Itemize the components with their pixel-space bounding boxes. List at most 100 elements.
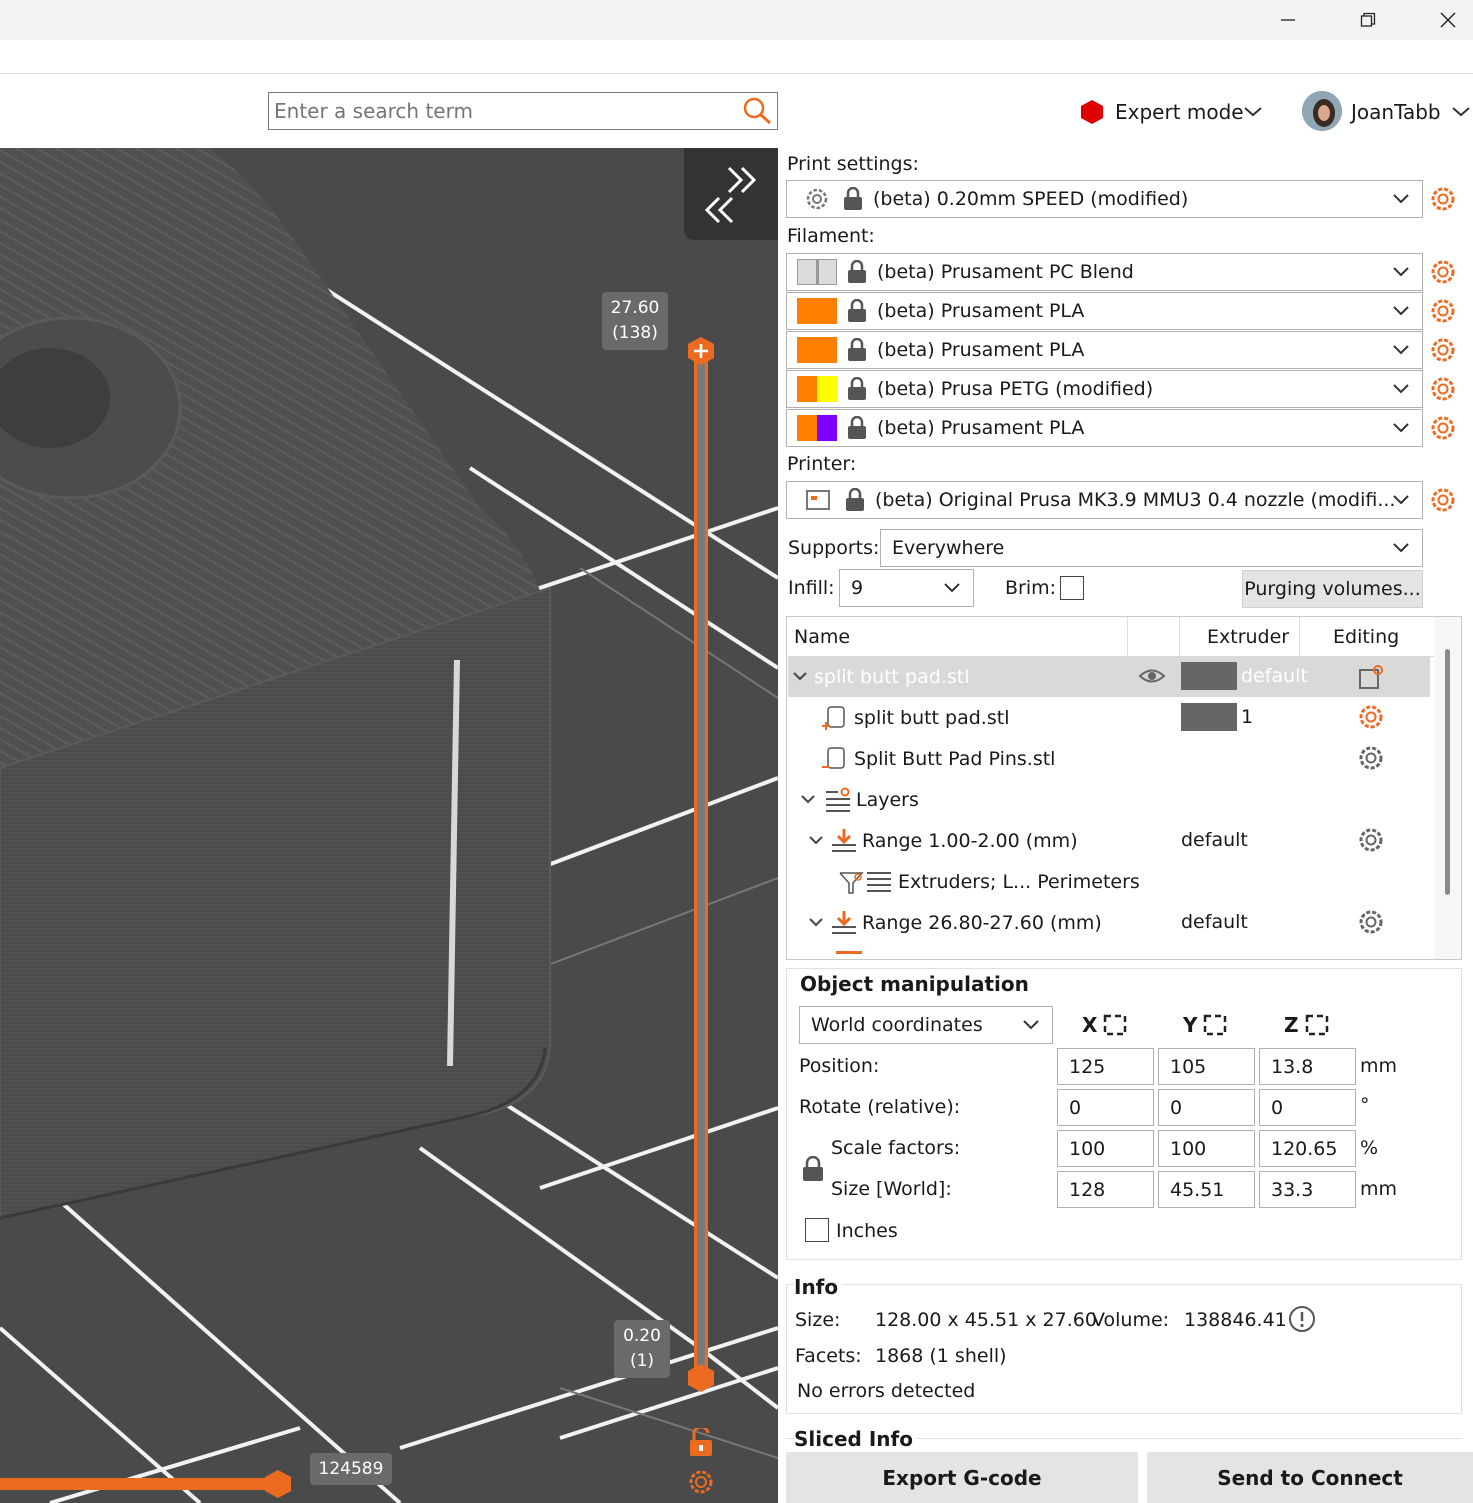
header-editing[interactable]: Editing [1333, 626, 1399, 648]
chevron-down-icon[interactable] [1243, 106, 1263, 118]
filament-combo-5[interactable]: (beta) Prusament PLA [786, 409, 1423, 447]
export-gcode-button[interactable]: Export G-code [786, 1452, 1138, 1503]
filament-combo-4[interactable]: (beta) Prusa PETG (modified) [786, 370, 1423, 408]
warning-icon[interactable] [1288, 1305, 1316, 1333]
print-settings-gear-icon[interactable] [1430, 186, 1456, 212]
filament-color-primary [797, 415, 817, 441]
filament-gear-icon[interactable] [1430, 298, 1456, 324]
info-facets-value: 1868 (1 shell) [875, 1345, 1007, 1367]
header-extruder[interactable]: Extruder [1207, 626, 1289, 648]
chevron-down-icon[interactable] [800, 794, 816, 806]
settings-gear-icon[interactable] [1358, 704, 1384, 730]
size-z-field[interactable]: 33.3 [1259, 1171, 1356, 1208]
tree-row-part[interactable]: split butt pad.stl 1 [788, 697, 1432, 738]
brim-checkbox[interactable] [1060, 576, 1084, 600]
chevron-down-icon[interactable] [808, 835, 824, 847]
search-input[interactable] [268, 92, 778, 130]
rotate-y-field[interactable]: 0 [1158, 1089, 1255, 1126]
drop-to-bed-icon[interactable] [1304, 1013, 1330, 1037]
filament-gear-icon[interactable] [1430, 376, 1456, 402]
filament-color-swatch[interactable] [797, 376, 837, 402]
tree-row-object[interactable]: split butt pad.stl default [788, 656, 1430, 697]
tree-row-range[interactable]: Range 26.80-27.60 (mm) default [788, 902, 1432, 943]
restore-button[interactable] [1328, 0, 1408, 40]
filament-color-secondary [817, 415, 837, 441]
range-extruder[interactable]: default [1181, 829, 1248, 851]
mode-label[interactable]: Expert mode [1115, 100, 1244, 124]
range-settings-label: Extruders; L... Perimeters [898, 870, 1140, 893]
tree-row-part[interactable]: Split Butt Pad Pins.stl [788, 738, 1432, 779]
part-extruder[interactable]: 1 [1241, 706, 1253, 728]
position-y-field[interactable]: 105 [1158, 1048, 1255, 1085]
chevron-down-icon [1393, 194, 1409, 204]
scale-lock-icon[interactable] [802, 1156, 824, 1182]
scrollbar-thumb[interactable] [1445, 649, 1450, 895]
object-list-scrollbar[interactable] [1434, 617, 1461, 959]
minimize-button[interactable] [1248, 0, 1328, 40]
avatar[interactable] [1302, 91, 1342, 131]
range-extruder[interactable]: default [1181, 911, 1248, 933]
menu-bar [0, 40, 1473, 74]
3d-viewport[interactable]: 27.60 (138) 0.20 (1) 124589 [0, 148, 778, 1503]
settings-gear-icon[interactable] [1358, 745, 1384, 771]
collapse-sidebar-button[interactable] [684, 148, 778, 240]
filament-color-swatch[interactable] [797, 337, 837, 363]
filament-color-swatch[interactable] [797, 298, 837, 324]
user-name[interactable]: JoanTabb [1351, 100, 1441, 124]
filament-gear-icon[interactable] [1430, 337, 1456, 363]
layer-slider-bottom-thumb[interactable] [686, 1363, 716, 1398]
coordinate-system-combo[interactable]: World coordinates [799, 1006, 1053, 1044]
close-button[interactable] [1408, 0, 1473, 40]
filament-combo-2[interactable]: (beta) Prusament PLA [786, 292, 1423, 330]
infill-combo[interactable]: 9 [839, 569, 974, 607]
filament-color-primary [797, 376, 817, 402]
printer-gear-icon[interactable] [1430, 487, 1456, 513]
search-icon[interactable] [742, 96, 774, 131]
send-to-connect-button[interactable]: Send to Connect [1147, 1452, 1473, 1503]
horizontal-slider-track[interactable] [0, 1478, 280, 1490]
filament-combo-1[interactable]: (beta) Prusament PC Blend [786, 253, 1423, 291]
settings-gear-icon[interactable] [1358, 827, 1384, 853]
filament-combo-3[interactable]: (beta) Prusament PLA [786, 331, 1423, 369]
drop-to-bed-icon[interactable] [1202, 1013, 1228, 1037]
cog-icon[interactable] [688, 1468, 714, 1501]
position-x-field[interactable]: 125 [1057, 1048, 1154, 1085]
chevron-down-icon[interactable] [1451, 106, 1471, 118]
print-settings-combo[interactable]: (beta) 0.20mm SPEED (modified) [786, 180, 1423, 218]
horizontal-slider-thumb[interactable] [263, 1469, 293, 1503]
header-name[interactable]: Name [794, 626, 850, 648]
rotate-z-field[interactable]: 0 [1259, 1089, 1356, 1126]
eye-icon[interactable] [1138, 665, 1166, 687]
scale-y-field[interactable]: 100 [1158, 1130, 1255, 1167]
scale-z-field[interactable]: 120.65 [1259, 1130, 1356, 1167]
size-x-field[interactable]: 128 [1057, 1171, 1154, 1208]
info-facets-label: Facets: [795, 1345, 862, 1367]
purging-volumes-button[interactable]: Purging volumes... [1242, 570, 1423, 608]
filament-gear-icon[interactable] [1430, 259, 1456, 285]
filament-color-swatch[interactable] [797, 415, 837, 441]
chevron-down-icon [1393, 345, 1409, 355]
range-label: Range 1.00-2.00 (mm) [862, 829, 1078, 852]
unlock-icon[interactable] [688, 1425, 714, 1463]
supports-combo[interactable]: Everywhere [880, 529, 1423, 567]
tree-row-range[interactable]: Range 1.00-2.00 (mm) default [788, 820, 1432, 861]
drop-to-bed-icon[interactable] [1102, 1013, 1128, 1037]
filament-color-swatch[interactable] [797, 259, 837, 285]
object-extruder[interactable]: default [1241, 665, 1308, 687]
chevron-down-icon[interactable] [792, 671, 808, 683]
layer-slider-track[interactable] [694, 348, 708, 1378]
edit-object-icon[interactable] [1358, 664, 1384, 690]
position-z-field[interactable]: 13.8 [1259, 1048, 1356, 1085]
filament-gear-icon[interactable] [1430, 415, 1456, 441]
settings-gear-icon[interactable] [1358, 909, 1384, 935]
tree-row-layers[interactable]: Layers [788, 779, 1432, 820]
inches-checkbox[interactable] [805, 1218, 829, 1242]
rotate-x-field[interactable]: 0 [1057, 1089, 1154, 1126]
layer-slider-top-thumb[interactable] [686, 336, 716, 371]
top-slider-layer: (138) [612, 323, 658, 343]
tree-row-range-settings[interactable]: Extruders; L... Perimeters [788, 861, 1432, 902]
scale-x-field[interactable]: 100 [1057, 1130, 1154, 1167]
printer-combo[interactable]: (beta) Original Prusa MK3.9 MMU3 0.4 noz… [786, 481, 1423, 519]
size-y-field[interactable]: 45.51 [1158, 1171, 1255, 1208]
chevron-down-icon[interactable] [808, 917, 824, 929]
